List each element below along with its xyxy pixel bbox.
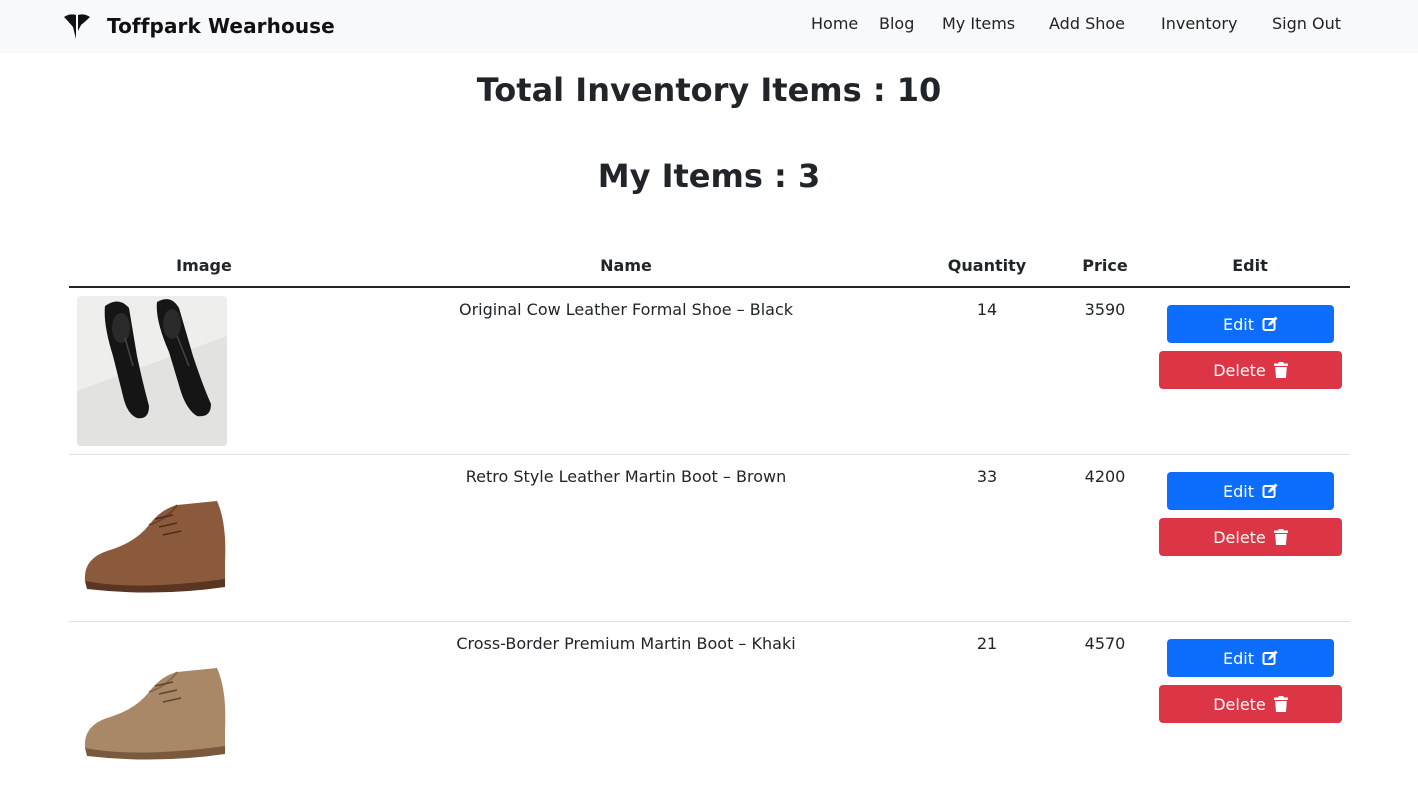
nav-link-sign-out[interactable]: Sign Out <box>1272 14 1341 33</box>
product-name: Cross-Border Premium Martin Boot – Khaki <box>456 634 796 653</box>
table-header: Image Name Quantity Price Edit <box>69 244 1350 288</box>
nav-link-add-shoe[interactable]: Add Shoe <box>1049 14 1125 33</box>
product-image <box>77 463 227 613</box>
brand-name: Toffpark Wearhouse <box>107 14 335 38</box>
edit-button-label: Edit <box>1223 314 1254 334</box>
delete-button[interactable]: Delete <box>1159 351 1342 389</box>
edit-button[interactable]: Edit <box>1167 305 1334 343</box>
edit-icon <box>1262 483 1278 498</box>
product-quantity: 33 <box>976 467 998 486</box>
column-header-image: Image <box>176 256 232 275</box>
product-quantity: 14 <box>976 300 998 319</box>
nav-link-inventory[interactable]: Inventory <box>1161 14 1237 33</box>
table-row: Retro Style Leather Martin Boot – Brown … <box>69 455 1350 622</box>
column-header-edit: Edit <box>1232 256 1268 275</box>
product-name: Original Cow Leather Formal Shoe – Black <box>458 300 794 319</box>
delete-button-label: Delete <box>1213 694 1266 714</box>
product-price: 3590 <box>1084 300 1126 319</box>
trash-icon <box>1273 529 1288 545</box>
table-row: Original Cow Leather Formal Shoe – Black… <box>69 288 1350 455</box>
product-price: 4570 <box>1084 634 1126 653</box>
delete-button[interactable]: Delete <box>1159 685 1342 723</box>
navbar: Toffpark Wearhouse Home Blog My Items Ad… <box>0 0 1418 53</box>
nav-link-home[interactable]: Home <box>811 14 858 33</box>
column-header-name: Name <box>600 256 652 275</box>
product-price: 4200 <box>1084 467 1126 486</box>
delete-button-label: Delete <box>1213 527 1266 547</box>
items-table: Image Name Quantity Price Edit Original … <box>69 244 1350 789</box>
product-quantity: 21 <box>976 634 998 653</box>
edit-icon <box>1262 316 1278 331</box>
edit-button-label: Edit <box>1223 648 1254 668</box>
my-items-heading: My Items : 3 <box>597 157 821 195</box>
table-row: Cross-Border Premium Martin Boot – Khaki… <box>69 622 1350 789</box>
edit-icon <box>1262 650 1278 665</box>
delete-button-label: Delete <box>1213 360 1266 380</box>
product-image <box>77 296 227 446</box>
nav-link-blog[interactable]: Blog <box>879 14 914 33</box>
edit-button[interactable]: Edit <box>1167 472 1334 510</box>
brand[interactable]: Toffpark Wearhouse <box>62 10 335 42</box>
column-header-quantity: Quantity <box>947 256 1027 275</box>
delete-button[interactable]: Delete <box>1159 518 1342 556</box>
edit-button[interactable]: Edit <box>1167 639 1334 677</box>
edit-button-label: Edit <box>1223 481 1254 501</box>
trash-icon <box>1273 362 1288 378</box>
brand-logo-icon <box>64 14 90 40</box>
trash-icon <box>1273 696 1288 712</box>
product-image <box>77 630 227 780</box>
product-name: Retro Style Leather Martin Boot – Brown <box>465 467 787 486</box>
total-inventory-heading: Total Inventory Items : 10 <box>476 71 942 109</box>
column-header-price: Price <box>1082 256 1128 275</box>
nav-link-my-items[interactable]: My Items <box>942 14 1015 33</box>
